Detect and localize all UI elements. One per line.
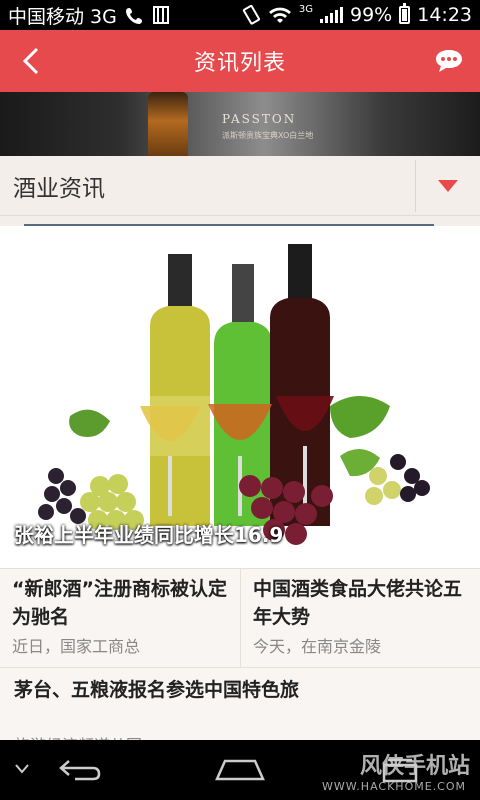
chevron-down-icon (15, 764, 29, 774)
signal-icon (320, 7, 343, 23)
dropdown-button[interactable] (416, 156, 480, 216)
missed-call-icon (125, 5, 145, 25)
clock: 14:23 (417, 4, 472, 26)
news-meta: 今天，在南京金陵 (253, 637, 382, 656)
hero-caption: 张裕上半年业绩同比增长16.9 (14, 523, 284, 547)
banner-brand: PASSTON (222, 112, 297, 126)
brandy-bottle-image (148, 92, 188, 156)
wifi-icon (268, 6, 292, 24)
news-item-full[interactable]: 茅台、五粮液报名参选中国特色旅 旅游经济频道从国 (0, 668, 480, 755)
network-type: 3G (298, 3, 313, 15)
watermark-url: WWW.HACKHOME.COM (321, 780, 466, 793)
home-icon (215, 759, 265, 781)
hero-news-card[interactable]: 张裕上半年业绩同比增长16.9 (0, 226, 480, 568)
news-item[interactable]: “新郎酒”注册商标被认定为驰名 近日，国家工商总 (0, 569, 240, 667)
news-item[interactable]: 中国酒类食品大佬共论五年大势 今天，在南京金陵 (240, 569, 480, 667)
category-selector[interactable]: 酒业资讯 (0, 156, 480, 216)
status-bar: 中国移动 3G 3G 99% 14:23 (0, 0, 480, 30)
page-title: 资讯列表 (193, 51, 286, 76)
chat-bubble-icon (436, 50, 462, 72)
wine-bottles-image (38, 244, 430, 545)
back-arrow-icon (59, 760, 101, 781)
nav-back-button[interactable] (45, 740, 115, 800)
chevron-left-icon (22, 47, 39, 75)
battery-icon (399, 3, 411, 24)
category-label: 酒业资讯 (13, 175, 105, 202)
notification-icon (152, 6, 169, 24)
nav-home-button[interactable] (205, 740, 275, 800)
news-title: 中国酒类食品大佬共论五年大势 (253, 578, 463, 628)
battery-percent: 99% (350, 4, 393, 26)
vibrate-icon (241, 5, 261, 25)
news-meta: 近日，国家工商总 (12, 637, 141, 656)
carrier-label: 中国移动 3G (8, 5, 117, 28)
promo-banner[interactable]: PASSTON 派斯顿贵族宝典XO白兰地 (0, 92, 480, 156)
banner-subtitle: 派斯顿贵族宝典XO白兰地 (222, 131, 314, 140)
news-title: 茅台、五粮液报名参选中国特色旅 (14, 679, 300, 701)
hide-nav-button[interactable] (14, 760, 30, 779)
message-button[interactable] (432, 44, 466, 78)
triangle-down-icon (438, 179, 458, 192)
news-row: “新郎酒”注册商标被认定为驰名 近日，国家工商总 中国酒类食品大佬共论五年大势 … (0, 568, 480, 668)
news-title: “新郎酒”注册商标被认定为驰名 (12, 578, 227, 628)
app-header: 资讯列表 (0, 30, 480, 92)
watermark-logo: 风侠手机站 (359, 754, 470, 779)
back-button[interactable] (12, 42, 50, 80)
